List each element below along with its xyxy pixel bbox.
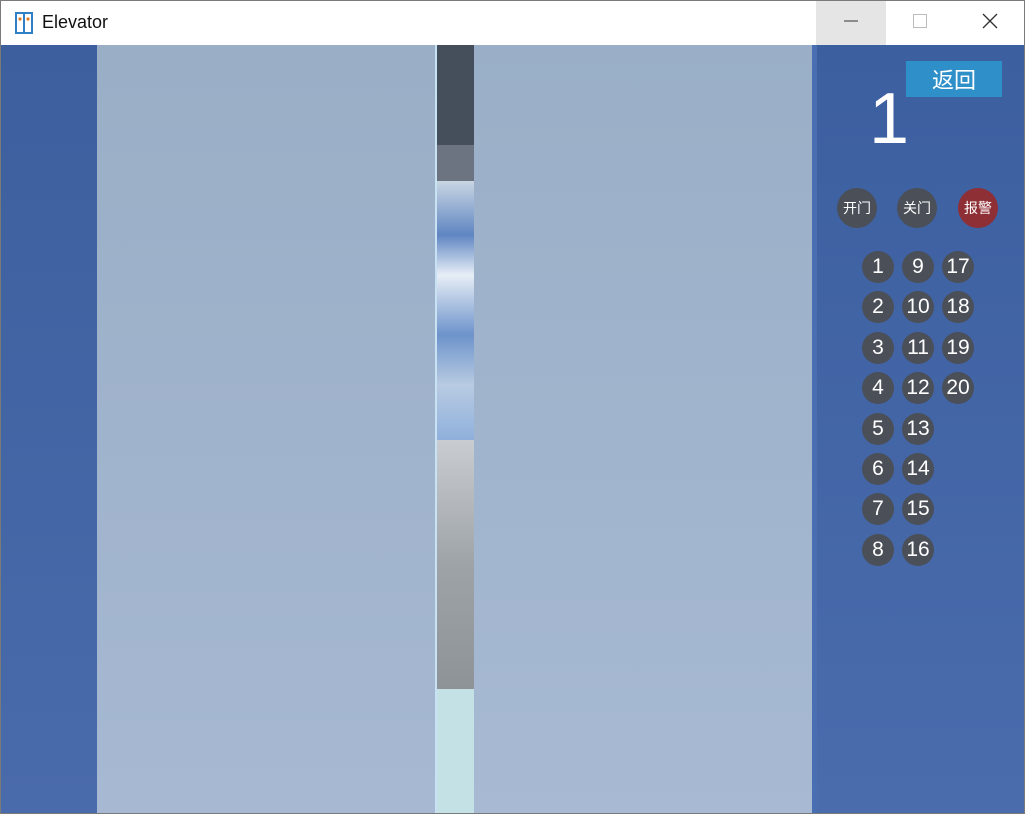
floor-button-11[interactable]: 11	[902, 332, 934, 364]
floor-button-10[interactable]: 10	[902, 291, 934, 323]
door-gap-view	[435, 45, 474, 813]
right-door	[474, 45, 812, 813]
title-bar: Elevator	[1, 1, 1024, 45]
floor-button-17[interactable]: 17	[942, 251, 974, 283]
window-title: Elevator	[42, 12, 109, 32]
floor-button-13[interactable]: 13	[902, 413, 934, 445]
floor-button-8[interactable]: 8	[862, 534, 894, 566]
panel-edge	[812, 45, 817, 813]
floor-button-14[interactable]: 14	[902, 453, 934, 485]
floor-button-12[interactable]: 12	[902, 372, 934, 404]
elevator-window: Elevator 返回 1 开门 关门 报警 1 2 3 4 5 6 7 8 9 10 11 12 13…	[0, 0, 1025, 814]
floor-button-1[interactable]: 1	[862, 251, 894, 283]
elevator-app-icon	[15, 12, 33, 34]
close-button[interactable]	[955, 1, 1024, 45]
left-door	[97, 45, 435, 813]
current-floor-display: 1	[868, 79, 910, 159]
minimize-icon	[843, 13, 859, 34]
minimize-button[interactable]	[816, 1, 886, 45]
alarm-button[interactable]: 报警	[958, 188, 998, 228]
open-door-button[interactable]: 开门	[837, 188, 877, 228]
floor-button-9[interactable]: 9	[902, 251, 934, 283]
floor-button-4[interactable]: 4	[862, 372, 894, 404]
maximize-button[interactable]	[885, 1, 955, 45]
floor-button-19[interactable]: 19	[942, 332, 974, 364]
left-wall	[1, 45, 97, 813]
floor-button-16[interactable]: 16	[902, 534, 934, 566]
floor-button-15[interactable]: 15	[902, 493, 934, 525]
floor-button-18[interactable]: 18	[942, 291, 974, 323]
close-icon	[982, 13, 998, 34]
floor-button-6[interactable]: 6	[862, 453, 894, 485]
floor-button-5[interactable]: 5	[862, 413, 894, 445]
close-door-button[interactable]: 关门	[897, 188, 937, 228]
floor-button-3[interactable]: 3	[862, 332, 894, 364]
maximize-icon	[912, 13, 928, 34]
floor-button-20[interactable]: 20	[942, 372, 974, 404]
floor-button-7[interactable]: 7	[862, 493, 894, 525]
floor-button-2[interactable]: 2	[862, 291, 894, 323]
